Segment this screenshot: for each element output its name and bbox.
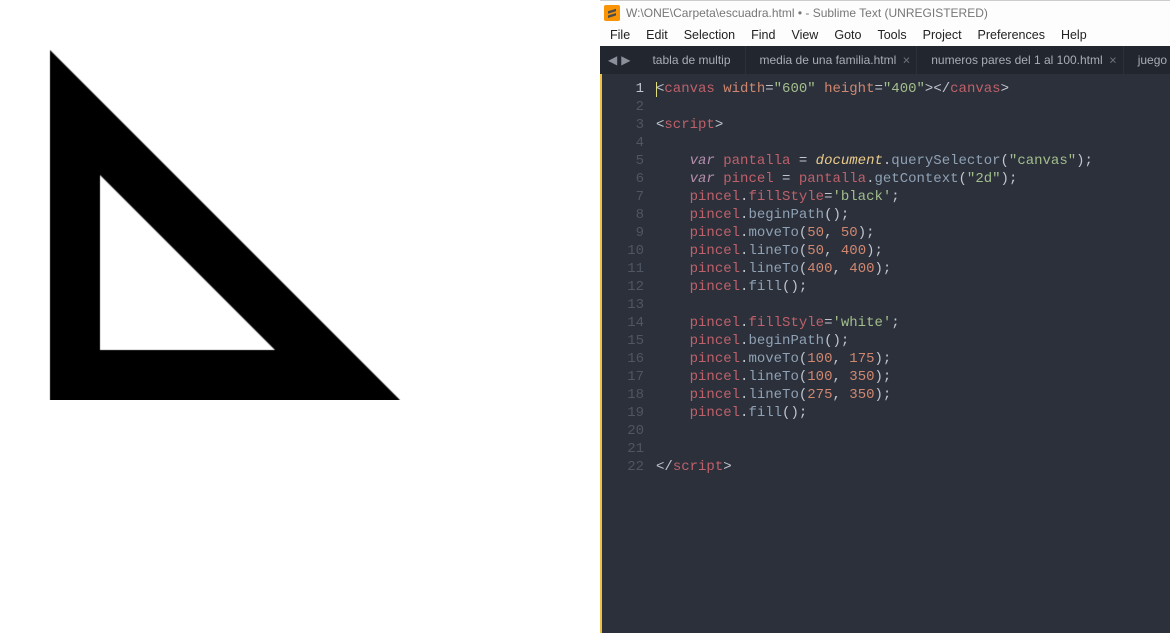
code-line [656,134,1170,152]
code-line: </script> [656,458,1170,476]
line-gutter: 12345678910111213141516171819202122 [612,74,652,633]
close-icon[interactable]: × [1109,54,1117,67]
tab-scroll-arrows[interactable]: ◀ ▶ [600,46,638,74]
line-number: 13 [612,296,644,314]
line-number: 20 [612,422,644,440]
code-line: pincel.fill(); [656,278,1170,296]
menu-project[interactable]: Project [915,26,970,44]
line-number: 7 [612,188,644,206]
code-line: pincel.beginPath(); [656,206,1170,224]
tab-label: tabla de multip [652,53,730,67]
line-number: 1 [612,80,644,98]
line-number: 3 [612,116,644,134]
code-line: var pantalla = document.querySelector("c… [656,152,1170,170]
line-number: 8 [612,206,644,224]
menu-help[interactable]: Help [1053,26,1095,44]
menu-preferences[interactable]: Preferences [970,26,1053,44]
code-editor[interactable]: 12345678910111213141516171819202122 <can… [600,74,1170,633]
tab-scroll-left-icon[interactable]: ◀ [608,53,617,67]
title-bar[interactable]: W:\ONE\Carpeta\escuadra.html • - Sublime… [600,0,1170,24]
line-number: 15 [612,332,644,350]
tab-label: juego [1138,53,1167,67]
code-line: pincel.lineTo(400, 400); [656,260,1170,278]
tab-tabla-de-multip[interactable]: tabla de multip [638,46,745,74]
code-line: pincel.moveTo(100, 175); [656,350,1170,368]
window-title: W:\ONE\Carpeta\escuadra.html • - Sublime… [626,6,988,20]
line-number: 17 [612,368,644,386]
menu-goto[interactable]: Goto [826,26,869,44]
browser-preview-pane [0,0,600,633]
code-line: pincel.fillStyle='white'; [656,314,1170,332]
code-line [656,440,1170,458]
menu-tools[interactable]: Tools [869,26,914,44]
line-number: 9 [612,224,644,242]
tab-juego[interactable]: juego [1124,46,1170,74]
line-number: 6 [612,170,644,188]
code-line: <canvas width="600" height="400"></canva… [656,80,1170,98]
line-number: 19 [612,404,644,422]
line-number: 22 [612,458,644,476]
line-number: 21 [612,440,644,458]
code-line [656,422,1170,440]
menu-bar: File Edit Selection Find View Goto Tools… [600,24,1170,46]
preview-canvas [0,0,600,400]
tab-label: numeros pares del 1 al 100.html [931,53,1102,67]
code-line: pincel.fillStyle='black'; [656,188,1170,206]
code-line [656,296,1170,314]
line-number: 2 [612,98,644,116]
tab-numeros-pares[interactable]: numeros pares del 1 al 100.html × [917,46,1123,74]
menu-find[interactable]: Find [743,26,783,44]
close-icon[interactable]: × [903,54,911,67]
code-line: pincel.lineTo(275, 350); [656,386,1170,404]
code-area[interactable]: <canvas width="600" height="400"></canva… [652,74,1170,633]
code-line: <script> [656,116,1170,134]
app-root: W:\ONE\Carpeta\escuadra.html • - Sublime… [0,0,1170,633]
line-number: 11 [612,260,644,278]
tab-media-de-una-familia[interactable]: media de una familia.html × [746,46,918,74]
code-line: pincel.lineTo(50, 400); [656,242,1170,260]
code-line: pincel.moveTo(50, 50); [656,224,1170,242]
code-line: var pincel = pantalla.getContext("2d"); [656,170,1170,188]
menu-view[interactable]: View [783,26,826,44]
menu-edit[interactable]: Edit [638,26,676,44]
diff-gutter [600,74,612,633]
tab-label: media de una familia.html [760,53,897,67]
sublime-logo-icon [604,5,620,21]
menu-file[interactable]: File [602,26,638,44]
sublime-window: W:\ONE\Carpeta\escuadra.html • - Sublime… [600,0,1170,633]
line-number: 5 [612,152,644,170]
code-line: pincel.fill(); [656,404,1170,422]
menu-selection[interactable]: Selection [676,26,743,44]
line-number: 14 [612,314,644,332]
tab-scroll-right-icon[interactable]: ▶ [621,53,630,67]
line-number: 18 [612,386,644,404]
code-line: pincel.beginPath(); [656,332,1170,350]
line-number: 4 [612,134,644,152]
code-line: pincel.lineTo(100, 350); [656,368,1170,386]
line-number: 16 [612,350,644,368]
line-number: 12 [612,278,644,296]
line-number: 10 [612,242,644,260]
tab-bar: ◀ ▶ tabla de multip media de una familia… [600,46,1170,74]
code-line [656,98,1170,116]
